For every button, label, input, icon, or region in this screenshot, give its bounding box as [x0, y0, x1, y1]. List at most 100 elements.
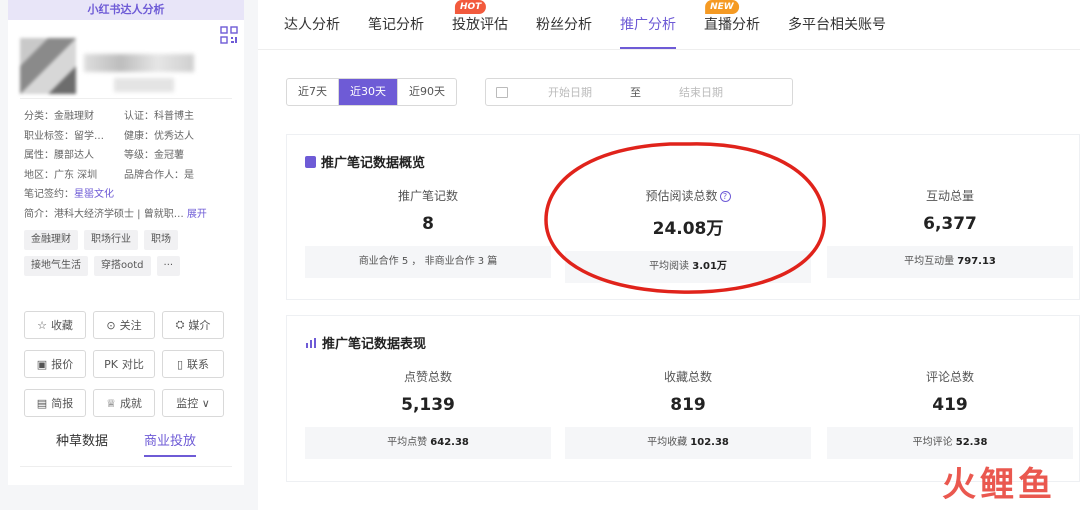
data-tabs: 种草数据 商业投放: [8, 430, 244, 457]
achievement-button[interactable]: ♕ 成就: [93, 389, 155, 417]
document-icon: [305, 155, 316, 168]
tab-multi-platform-accounts[interactable]: 多平台相关账号: [788, 14, 886, 49]
end-date-input[interactable]: 结束日期: [679, 84, 723, 100]
metric-value: 419: [932, 395, 968, 415]
tab-seeding-data[interactable]: 种草数据: [56, 430, 108, 457]
tab-live-analysis[interactable]: NEW 直播分析: [704, 0, 760, 49]
button-label: 媒介: [188, 319, 211, 332]
metric-label: 互动总量: [925, 189, 974, 203]
calendar-icon: [496, 86, 508, 98]
metric-sub-label: 平均收藏: [647, 437, 688, 448]
metric-sub: 商业合作 5 ， 非商业合作 3 篇: [305, 246, 551, 278]
top-nav-tabs: 达人分析 笔记分析 HOT 投放评估 粉丝分析 推广分析 NEW 直播分析 多平台相…: [258, 0, 1080, 50]
metric-sub: 平均点赞 642.38: [305, 427, 551, 459]
date-filter: 近7天 近30天 近90天 开始日期 至 结束日期: [286, 78, 793, 106]
promotion-overview-card: 推广笔记数据概览 推广笔记数 8 商业合作 5 ， 非商业合作 3 篇 预估阅读…: [286, 134, 1080, 300]
button-label: 监控 ∨: [176, 397, 210, 410]
follow-button[interactable]: ⊙ 关注: [93, 311, 155, 339]
tab-promotion-analysis[interactable]: 推广分析: [620, 14, 676, 49]
button-label: 联系: [187, 358, 210, 371]
metric-value: 6,377: [923, 214, 977, 234]
info-region: 地区：广东 深圳: [24, 169, 98, 181]
button-label: 成就: [119, 397, 142, 410]
range-90-days[interactable]: 近90天: [398, 79, 456, 105]
agency-button[interactable]: ⛭ 媒介: [162, 311, 224, 339]
tag[interactable]: 职场行业: [84, 230, 138, 250]
tab-influencer-analysis[interactable]: 达人分析: [284, 14, 340, 49]
tab-label: 粉丝分析: [536, 17, 592, 33]
button-label: 关注: [119, 319, 142, 332]
price-tag-icon: ▣: [36, 357, 48, 371]
metric-favorites: 收藏总数 819 平均收藏 102.38: [565, 368, 811, 459]
metric-estimated-reads: 预估阅读总数? 24.08万 平均阅读 3.01万: [565, 187, 811, 283]
card-title-text: 推广笔记数据概览: [321, 156, 426, 171]
metric-value: 8: [422, 214, 434, 234]
tag[interactable]: 职场: [144, 230, 178, 250]
metric-label: 评论总数: [925, 370, 974, 384]
info-row: 职业标签：留学… 健康：优秀达人: [24, 127, 232, 147]
compare-button[interactable]: PK 对比: [93, 350, 155, 378]
metric-label-text: 预估阅读总数: [645, 189, 718, 203]
metric-comments: 评论总数 419 平均评论 52.38: [827, 368, 1073, 459]
intro-text: 简介：港科大经济学硕士 | 曾就职…: [24, 208, 184, 220]
profile-info: 分类：金融理财 认证：科普博主 职业标签：留学… 健康：优秀达人 属性：腰部达人 等级…: [8, 99, 244, 224]
divider: [20, 466, 232, 467]
button-label: 简报: [51, 397, 74, 410]
range-selector: 近7天 近30天 近90天: [286, 78, 457, 106]
card-title: 推广笔记数据表现: [305, 333, 426, 352]
tag[interactable]: 接地气生活: [24, 256, 88, 276]
metric-value: 5,139: [401, 395, 455, 415]
tab-placement-evaluation[interactable]: HOT 投放评估: [452, 0, 508, 49]
card-title-text: 推广笔记数据表现: [322, 337, 427, 352]
range-30-days[interactable]: 近30天: [339, 79, 398, 105]
metric-sub-label: 平均评论: [912, 437, 953, 448]
metric-interactions: 互动总量 6,377 平均互动量 797.13: [827, 187, 1073, 278]
main-content: 达人分析 笔记分析 HOT 投放评估 粉丝分析 推广分析 NEW 直播分析 多平台相…: [258, 0, 1080, 510]
start-date-input[interactable]: 开始日期: [548, 84, 592, 100]
quote-button[interactable]: ▣ 报价: [24, 350, 86, 378]
monitor-dropdown[interactable]: 监控 ∨: [162, 389, 224, 417]
sign-agency-link[interactable]: 星罂文化: [74, 189, 114, 200]
metric-label: 点赞总数: [403, 370, 452, 384]
metric-sub: 平均评论 52.38: [827, 427, 1073, 459]
qr-code-icon[interactable]: [220, 26, 238, 44]
metric-sub-value: 3.01万: [692, 261, 727, 272]
more-tags-button[interactable]: ···: [156, 256, 181, 276]
avatar: [20, 38, 76, 94]
sign-label: 笔记签约：: [24, 189, 74, 200]
metric-sub-value: 642.38: [430, 437, 469, 448]
info-sign: 笔记签约：星罂文化: [24, 185, 232, 205]
contact-button[interactable]: ▯ 联系: [162, 350, 224, 378]
metric-note-count: 推广笔记数 8 商业合作 5 ， 非商业合作 3 篇: [305, 187, 551, 278]
blurred-id: [114, 78, 174, 92]
info-category: 分类：金融理财: [24, 111, 94, 122]
help-icon[interactable]: ?: [719, 191, 731, 202]
tab-note-analysis[interactable]: 笔记分析: [368, 14, 424, 49]
tag[interactable]: 金融理财: [24, 230, 78, 250]
metric-label: 收藏总数: [663, 370, 712, 384]
favorite-button[interactable]: ☆ 收藏: [24, 311, 86, 339]
tab-commercial-placement[interactable]: 商业投放: [144, 430, 197, 457]
tab-label: 达人分析: [284, 17, 340, 33]
brief-button[interactable]: ▤ 简报: [24, 389, 86, 417]
metric-sub: 平均收藏 102.38: [565, 427, 811, 459]
metric-sub: 平均阅读 3.01万: [565, 251, 811, 283]
new-badge: NEW: [705, 0, 739, 14]
range-7-days[interactable]: 近7天: [287, 79, 339, 105]
button-label: 对比: [121, 358, 144, 371]
date-range-picker[interactable]: 开始日期 至 结束日期: [485, 78, 793, 106]
tag[interactable]: 穿搭ootd: [94, 256, 151, 276]
metric-sub: 平均互动量 797.13: [827, 246, 1073, 278]
metric-value: 24.08万: [652, 219, 724, 239]
tab-label: 多平台相关账号: [788, 17, 886, 33]
network-icon: ⛭: [175, 318, 185, 331]
metric-sub-value: 52.38: [955, 437, 988, 448]
button-label: 报价: [51, 358, 74, 371]
report-icon: ▤: [36, 396, 48, 410]
info-brand-partner: 品牌合作人：是: [124, 169, 194, 181]
tab-fan-analysis[interactable]: 粉丝分析: [536, 14, 592, 49]
info-certification: 认证：科普博主: [124, 111, 194, 122]
eye-icon: ⊙: [106, 318, 116, 332]
expand-link[interactable]: 展开: [187, 209, 207, 220]
metric-value: 819: [670, 395, 706, 415]
